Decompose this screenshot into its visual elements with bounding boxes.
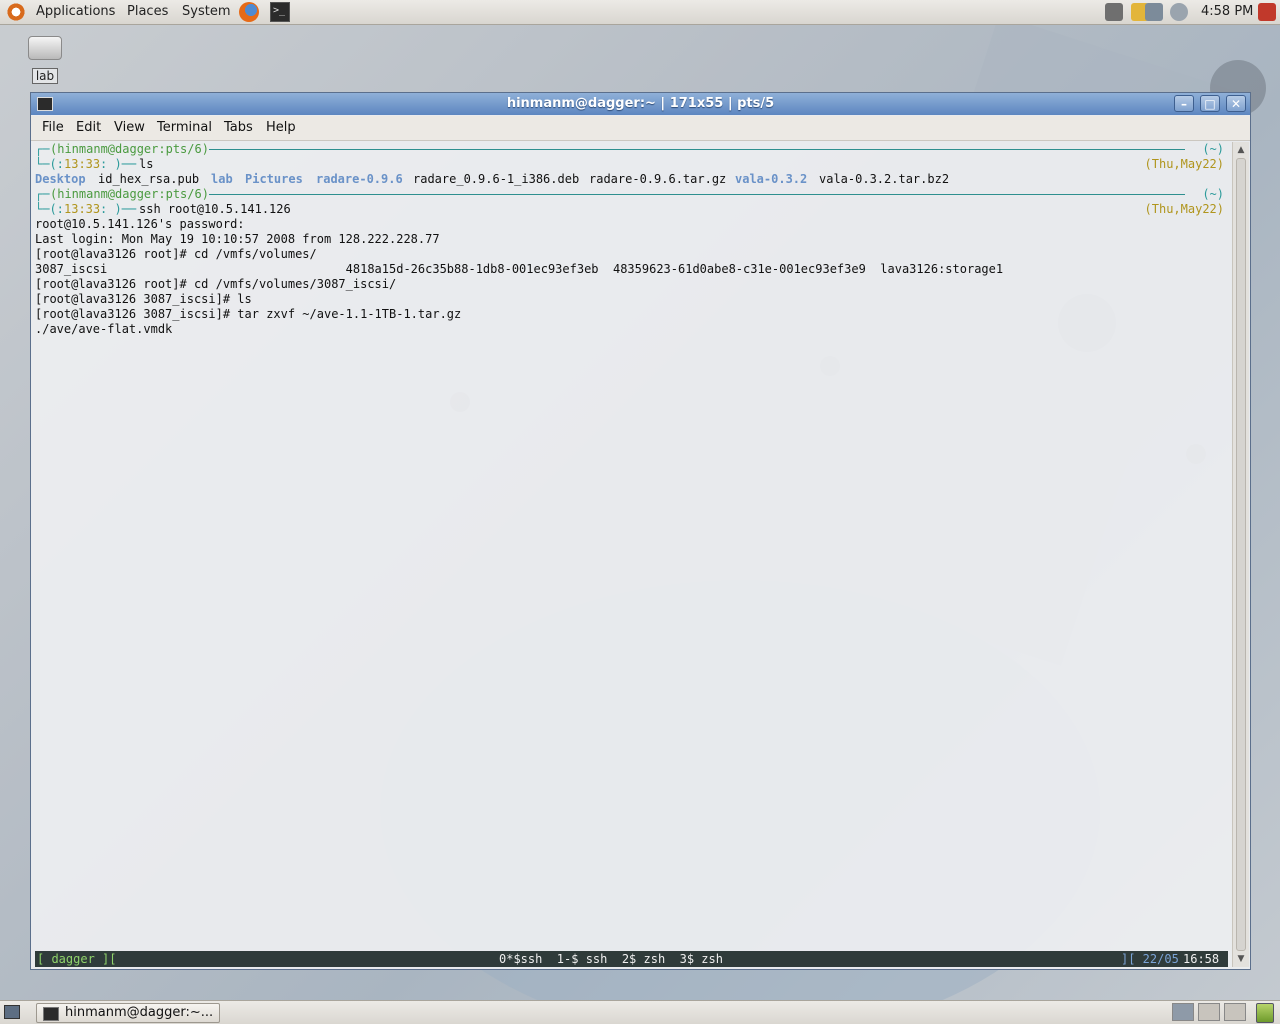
terminal-line: [root@lava3126 root]# cd /vmfs/volumes/3… [35,277,397,291]
terminal-line: 3087_iscsi 4818a15d-26c35b88-1db8-001ec9… [35,262,1004,276]
ubuntu-logo-icon[interactable] [6,2,26,22]
network-icon[interactable] [1145,3,1163,21]
terminal-line: root@10.5.141.126's password: [35,217,245,231]
ls-dir: Pictures [245,172,303,186]
window-titlebar[interactable]: hinmanm@dagger:~ | 171x55 | pts/5 – □ ✕ [31,93,1250,115]
terminal-line: [root@lava3126 3087_iscsi]# ls [35,292,252,306]
close-button[interactable]: ✕ [1226,95,1246,112]
applications-menu[interactable]: Applications [36,3,115,21]
menu-view[interactable]: View [114,120,145,136]
menu-help[interactable]: Help [266,120,296,136]
show-desktop-icon[interactable] [4,1005,20,1019]
terminal-line: ./ave/ave-flat.vmdk [35,322,173,336]
trash-icon[interactable] [1256,1003,1274,1023]
bottom-panel: hinmanm@dagger:~... [0,1000,1280,1024]
top-panel: Applications Places System >_ 4:58 PM [0,0,1280,25]
terminal-window: hinmanm@dagger:~ | 171x55 | pts/5 – □ ✕ … [30,92,1251,970]
prompt-command: ssh root@10.5.141.126 [139,202,291,216]
drive-icon [28,36,62,60]
prompt-dir: (~) [1202,187,1224,201]
scroll-down-arrow-icon[interactable]: ▼ [1235,953,1247,965]
minimize-button[interactable]: – [1174,95,1194,112]
prompt-time: 13:33 [64,157,101,171]
prompt-tail: : )── [100,157,137,171]
logout-icon[interactable] [1258,3,1276,21]
status-date: ][ 22/05 [1121,952,1179,966]
terminal-launcher-icon[interactable]: >_ [270,2,290,22]
ls-file: vala-0.3.2.tar.bz2 [819,172,950,186]
menu-tabs[interactable]: Tabs [224,120,253,136]
terminal-line: Last login: Mon May 19 10:10:57 2008 fro… [35,232,440,246]
terminal-line: [root@lava3126 root]# cd /vmfs/volumes/ [35,247,317,261]
places-menu[interactable]: Places [127,3,168,21]
ls-dir: lab [211,172,233,186]
system-menu[interactable]: System [182,3,230,21]
desktop: Applications Places System >_ 4:58 PM la… [0,0,1280,1024]
status-host: [ dagger ][ [37,952,117,966]
ls-dir: Desktop [35,172,86,186]
terminal-content[interactable]: ┌─ (hinmanm@dagger:pts/6) (~) └─(: 13:33… [35,142,1228,967]
workspace-3[interactable] [1224,1003,1246,1021]
volume-icon[interactable] [1170,3,1188,21]
taskbar-button-label: hinmanm@dagger:~... [65,1005,214,1020]
terminal-line: [root@lava3126 3087_iscsi]# tar zxvf ~/a… [35,307,462,321]
menu-edit[interactable]: Edit [76,120,101,136]
prompt-corner: ┌─ [35,142,50,156]
ls-file: radare_0.9.6-1_i386.deb [413,172,580,186]
status-windows: 0*$ssh 1-$ ssh 2$ zsh 3$ zsh [499,952,723,966]
taskbar-button-terminal[interactable]: hinmanm@dagger:~... [36,1003,220,1023]
prompt-rule [209,149,1185,150]
menubar: File Edit View Terminal Tabs Help [31,116,1250,141]
window-title: hinmanm@dagger:~ | 171x55 | pts/5 [506,96,775,111]
terminal-scrollbar[interactable]: ▲ ▼ [1232,142,1249,967]
prompt-tail: : )── [100,202,137,216]
desktop-icon-label: lab [31,68,59,84]
panel-clock[interactable]: 4:58 PM [1201,3,1253,21]
prompt-time: 13:33 [64,202,101,216]
ls-file: radare-0.9.6.tar.gz [589,172,727,186]
workspace-1[interactable] [1172,1003,1194,1021]
prompt-user-host: (hinmanm@dagger:pts/6) [50,187,209,201]
prompt-rule [209,194,1185,195]
prompt-date: (Thu,May22) [1144,202,1224,216]
prompt-corner: ┌─ [35,187,50,201]
menu-terminal[interactable]: Terminal [157,120,212,136]
firefox-launcher-icon[interactable] [239,2,259,22]
terminal-icon [43,1007,59,1021]
screen-status-bar: [ dagger ][ 0*$ssh 1-$ ssh 2$ zsh 3$ zsh… [35,951,1228,967]
ls-dir: radare-0.9.6 [316,172,403,186]
maximize-button[interactable]: □ [1200,95,1220,112]
ls-file: id_hex_rsa.pub [98,172,200,186]
workspace-2[interactable] [1198,1003,1220,1021]
status-time: 16:58 ] [1183,952,1228,966]
desktop-icon-lab[interactable]: lab [24,36,66,84]
prompt-command: ls [139,157,154,171]
menu-file[interactable]: File [42,120,64,136]
prompt-dir: (~) [1202,142,1224,156]
lock-icon[interactable] [1105,3,1123,21]
prompt-date: (Thu,May22) [1144,157,1224,171]
prompt-user-host: (hinmanm@dagger:pts/6) [50,142,209,156]
scrollbar-thumb[interactable] [1236,158,1246,951]
prompt-corner: └─(: [35,202,64,216]
scroll-up-arrow-icon[interactable]: ▲ [1235,144,1247,156]
prompt-corner: └─(: [35,157,64,171]
ls-dir: vala-0.3.2 [735,172,808,186]
